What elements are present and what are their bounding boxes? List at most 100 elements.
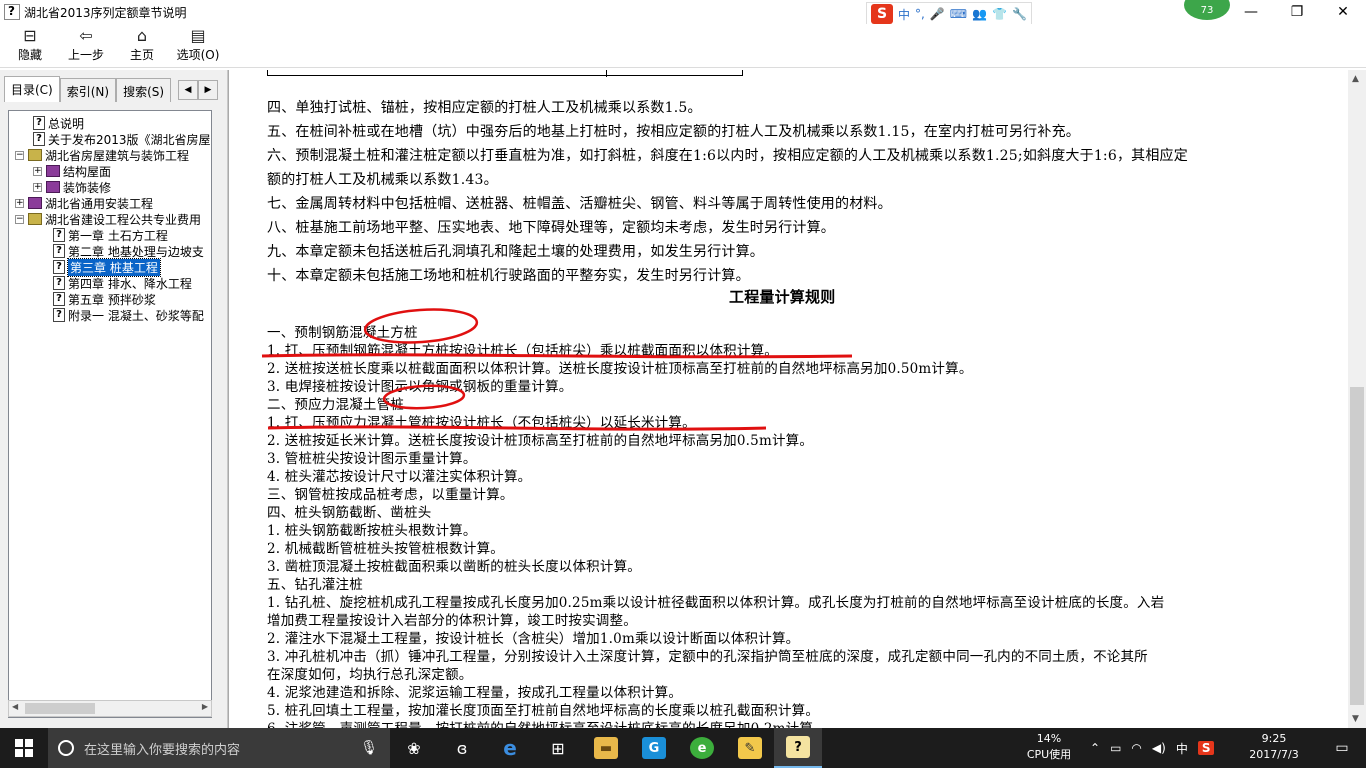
close-button[interactable]: ✕ <box>1320 0 1366 24</box>
volume-icon[interactable]: ◀) <box>1152 741 1166 755</box>
tree-item[interactable]: + 湖北省通用安装工程 <box>15 195 153 211</box>
section-heading: 工程量计算规则 <box>729 288 836 306</box>
scroll-up-icon[interactable]: ▲ <box>1352 74 1359 84</box>
windows-logo-icon <box>15 739 33 757</box>
action-center-icon[interactable]: ▭ <box>1318 728 1366 768</box>
tab-index[interactable]: 索引(N) <box>59 78 117 102</box>
tree-item[interactable]: ? 第五章 预拌砂浆 <box>53 291 156 307</box>
help-topic-icon: ? <box>33 116 45 130</box>
options-button[interactable]: ▤ 选项(O) <box>170 24 226 66</box>
expand-icon[interactable]: + <box>15 198 24 208</box>
expand-icon[interactable]: + <box>33 166 42 176</box>
taskbar-app-2[interactable]: ɞ <box>438 728 486 768</box>
show-hidden-icons-icon[interactable]: ⌃ <box>1090 741 1100 755</box>
tab-scroll-right-icon[interactable]: ▶ <box>198 80 218 100</box>
paragraph: 八、桩基施工前场地平整、压实地表、地下障碍处理等，定额均未考虑，发生时另行计算。 <box>267 220 835 236</box>
wrench-icon[interactable]: 🔧 <box>1012 7 1027 21</box>
ime-toolbar[interactable]: S 中 °, 🎤 ⌨ 👥 👕 🔧 <box>866 2 1032 26</box>
users-icon[interactable]: 👥 <box>972 7 987 21</box>
minimize-button[interactable]: — <box>1228 0 1274 24</box>
taskbar-search-input[interactable]: 在这里输入你要搜索的内容 🎙 <box>48 728 390 768</box>
maximize-button[interactable]: ❐ <box>1274 0 1320 24</box>
back-button[interactable]: ⇦ 上一步 <box>58 24 114 66</box>
content-vertical-scrollbar[interactable]: ▲ ▼ <box>1348 70 1366 728</box>
microphone-icon[interactable]: 🎙 <box>360 740 378 756</box>
rule-line: 四、桩头钢筋截断、凿桩头 <box>267 505 432 521</box>
search-placeholder: 在这里输入你要搜索的内容 <box>84 742 241 758</box>
tree-item-label: 湖北省通用安装工程 <box>45 196 154 211</box>
g-app-icon: G <box>642 737 666 759</box>
edge-browser-button[interactable]: e <box>486 728 534 768</box>
pane-splitter[interactable] <box>218 70 228 728</box>
tree-item-label: 第二章 地基处理与边坡支 <box>68 244 204 259</box>
help-viewer-taskbar-button[interactable]: ? <box>774 728 822 768</box>
scroll-right-icon[interactable]: ▶ <box>202 702 208 711</box>
tab-search[interactable]: 搜索(S) <box>116 78 172 102</box>
taskbar-clock[interactable]: 9:25 2017/7/3 <box>1244 731 1304 763</box>
rule-line: 1. 钻孔桩、旋挖桩机成孔工程量按成孔长度另加0.25m乘以设计桩径截面积以体积… <box>267 595 1165 611</box>
cortana-icon <box>58 740 74 756</box>
rule-line: 3. 电焊接桩按设计图示以角钢或钢板的重量计算。 <box>267 379 573 395</box>
expand-icon[interactable]: + <box>33 182 42 192</box>
rule-line: 2. 送桩按延长米计算。送桩长度按设计桩顶标高至打桩前的自然地坪标高另加0.5m… <box>267 433 814 449</box>
collapse-icon[interactable]: − <box>15 150 24 160</box>
nav-tabs: 目录(C) 索引(N) 搜索(S) <box>4 76 172 102</box>
hide-button[interactable]: ⊟ 隐藏 <box>2 24 58 66</box>
rule-line: 4. 泥浆池建造和拆除、泥浆运输工程量，按成孔工程量以体积计算。 <box>267 685 683 701</box>
tree-item-label: 湖北省房屋建筑与装饰工程 <box>45 148 190 163</box>
scroll-thumb[interactable] <box>25 703 95 714</box>
skin-icon[interactable]: 👕 <box>992 7 1007 21</box>
tree-item[interactable]: ? 第四章 排水、降水工程 <box>53 275 192 291</box>
hide-icon: ⊟ <box>23 26 37 45</box>
tab-contents[interactable]: 目录(C) <box>4 76 60 102</box>
tree-item-selected[interactable]: ? 第三章 桩基工程 <box>53 257 161 277</box>
tree-item-label: 第三章 桩基工程 <box>67 257 161 277</box>
wifi-icon[interactable]: ◠ <box>1131 741 1141 755</box>
taskbar-app-notes[interactable]: ✎ <box>726 728 774 768</box>
rule-line: 在深度如何，均执行总孔深定额。 <box>267 667 473 683</box>
scroll-down-icon[interactable]: ▼ <box>1352 714 1359 724</box>
taskbar-app-green[interactable]: e <box>678 728 726 768</box>
home-button[interactable]: ⌂ 主页 <box>114 24 170 66</box>
tree-item[interactable]: − 湖北省建设工程公共专业费用 <box>15 211 201 227</box>
tree-item[interactable]: ? 总说明 <box>33 115 84 131</box>
punctuation-icon[interactable]: °, <box>915 7 925 21</box>
tree-item[interactable]: ? 第一章 土石方工程 <box>53 227 168 243</box>
taskbar-app-g[interactable]: G <box>630 728 678 768</box>
ime-language-indicator[interactable]: 中 <box>1176 740 1188 757</box>
ime-lang-toggle[interactable]: 中 <box>898 6 910 23</box>
task-view-button[interactable]: ❀ <box>390 728 438 768</box>
tab-scroll-left-icon[interactable]: ◀ <box>178 80 198 100</box>
windows-taskbar: 在这里输入你要搜索的内容 🎙 ❀ ɞ e ⊞ ▬ G e ✎ ? 14% CPU… <box>0 728 1366 768</box>
rule-line: 1. 打、压预制钢筋混凝土方桩按设计桩长（包括桩尖）乘以桩截面面积以体积计算。 <box>267 343 778 359</box>
tree-item[interactable]: ? 附录一 混凝土、砂浆等配 <box>53 307 204 323</box>
network-icon[interactable]: ▭ <box>1110 741 1121 755</box>
tree-item-label: 附录一 混凝土、砂浆等配 <box>68 308 204 323</box>
tree-item-label: 湖北省建设工程公共专业费用 <box>45 212 202 227</box>
store-button[interactable]: ⊞ <box>534 728 582 768</box>
sogou-tray-icon[interactable]: S <box>1197 741 1215 755</box>
tree-item-label: 结构屋面 <box>63 164 112 179</box>
cpu-usage-widget[interactable]: 14% CPU使用 <box>1022 731 1076 763</box>
tree-item[interactable]: ? 第二章 地基处理与边坡支 <box>53 243 204 259</box>
store-icon: ⊞ <box>551 738 565 758</box>
tree-item[interactable]: ? 关于发布2013版《湖北省房屋 <box>33 131 211 147</box>
tree-item-label: 第四章 排水、降水工程 <box>68 276 192 291</box>
back-arrow-icon: ⇦ <box>79 26 93 45</box>
start-button[interactable] <box>0 728 48 768</box>
sogou-logo-icon[interactable]: S <box>871 4 893 24</box>
book-icon <box>46 165 60 177</box>
keyboard-icon[interactable]: ⌨ <box>950 7 967 21</box>
contents-tree: ? 总说明 ? 关于发布2013版《湖北省房屋 − 湖北省房屋建筑与装饰工程 +… <box>8 110 212 718</box>
tree-item[interactable]: − 湖北省房屋建筑与装饰工程 <box>15 147 189 163</box>
scroll-thumb[interactable] <box>1350 387 1364 705</box>
microphone-icon[interactable]: 🎤 <box>930 7 945 21</box>
tree-item[interactable]: + 结构屋面 <box>33 163 111 179</box>
help-topic-icon: ? <box>53 260 65 274</box>
scroll-left-icon[interactable]: ◀ <box>12 702 18 711</box>
file-explorer-button[interactable]: ▬ <box>582 728 630 768</box>
collapse-icon[interactable]: − <box>15 214 24 224</box>
tree-horizontal-scrollbar[interactable]: ◀ ▶ <box>8 700 212 717</box>
tree-item[interactable]: + 装饰装修 <box>33 179 111 195</box>
rule-line: 3. 凿桩顶混凝土按桩截面积乘以凿断的桩头长度以体积计算。 <box>267 559 641 575</box>
